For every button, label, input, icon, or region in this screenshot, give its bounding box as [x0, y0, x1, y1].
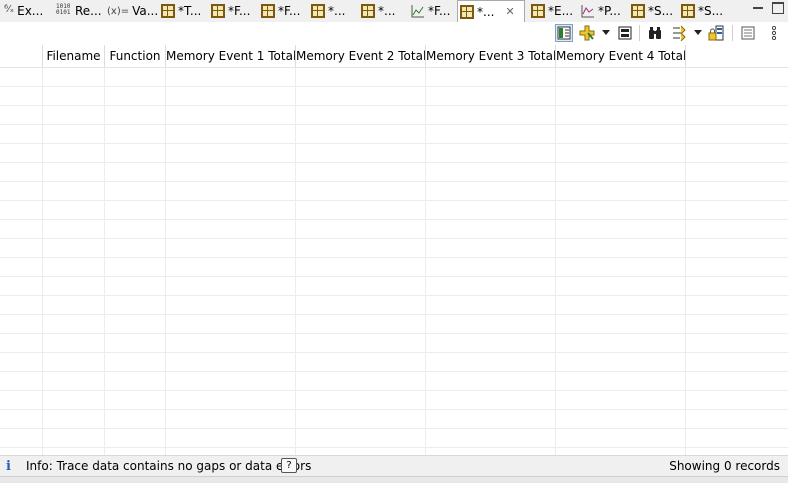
tab-label: *E...	[548, 4, 574, 18]
export-icon[interactable]	[616, 24, 634, 42]
tab-table-12[interactable]: *S...	[631, 1, 673, 21]
registers-icon: 1010 0101	[56, 3, 71, 16]
tab-graph-11[interactable]: *P...	[581, 1, 621, 21]
column-header-row-id[interactable]	[0, 45, 43, 67]
tab-table-4[interactable]: *F...	[211, 1, 250, 21]
tab-label: *P...	[598, 4, 621, 18]
record-count: Showing 0 records	[669, 459, 780, 473]
table-icon	[261, 4, 275, 18]
table-header: Filename Function Memory Event 1 Total M…	[0, 45, 788, 68]
column-header-memory-event-4[interactable]: Memory Event 4 Total	[556, 45, 686, 67]
table-icon	[311, 4, 325, 18]
variables-icon: (x)=	[107, 5, 130, 17]
table-icon	[531, 4, 545, 18]
lock-icon[interactable]	[707, 24, 725, 42]
tab-label: *F...	[428, 4, 451, 18]
table-body-empty[interactable]	[0, 68, 788, 455]
view-menu-icon[interactable]	[765, 24, 783, 42]
column-header-function[interactable]: Function	[105, 45, 166, 67]
details-icon[interactable]	[739, 24, 757, 42]
table-icon	[681, 4, 695, 18]
tab-label: *F...	[228, 4, 251, 18]
status-info-text: Info: Trace data contains no gaps or dat…	[26, 459, 312, 473]
help-button[interactable]: ?	[281, 458, 297, 473]
expressions-icon: ⁶⁄ₓ	[4, 4, 15, 15]
tab-label: Re...	[75, 4, 102, 18]
view-toolbar	[0, 22, 788, 44]
minimize-icon[interactable]	[752, 2, 764, 14]
tab-graph-8[interactable]: *F...	[411, 1, 450, 21]
close-icon[interactable]: ✕	[505, 5, 514, 18]
column-header-memory-event-1[interactable]: Memory Event 1 Total	[166, 45, 296, 67]
info-icon: i	[6, 459, 11, 474]
column-header-filename[interactable]: Filename	[43, 45, 105, 67]
tab-table-7[interactable]: *...	[361, 1, 395, 21]
table-icon	[161, 4, 175, 18]
tab-table-6[interactable]: *...	[311, 1, 345, 21]
tab-label: *T...	[178, 4, 202, 18]
tab-table-10[interactable]: *E...	[531, 1, 573, 21]
tab-label: Ex...	[17, 4, 44, 18]
tab-label: *S...	[648, 4, 674, 18]
tab-variables[interactable]: (x)= Va...	[107, 1, 158, 21]
column-header-memory-event-3[interactable]: Memory Event 3 Total	[426, 45, 556, 67]
tab-registers[interactable]: 1010 0101 Re...	[56, 1, 102, 21]
tab-label: *F...	[278, 4, 301, 18]
tab-label: *...	[378, 4, 396, 18]
table-icon	[361, 4, 375, 18]
tab-label: *...	[328, 4, 346, 18]
chevron-down-icon[interactable]	[694, 30, 702, 35]
show-columns-icon[interactable]	[555, 24, 573, 42]
table-icon	[460, 4, 474, 19]
group-by-icon[interactable]	[670, 24, 688, 42]
tab-table-5[interactable]: *F...	[261, 1, 300, 21]
tab-label: *...	[477, 4, 495, 19]
tab-table-13[interactable]: *S...	[681, 1, 723, 21]
table-icon	[211, 4, 225, 18]
table-icon	[631, 4, 645, 18]
find-icon[interactable]	[646, 24, 664, 42]
chevron-down-icon[interactable]	[602, 30, 610, 35]
editor-tab-strip: ⁶⁄ₓ Ex... 1010 0101 Re... (x)= Va... *T..…	[0, 0, 788, 23]
tab-table-3[interactable]: *T...	[161, 1, 201, 21]
maximize-icon[interactable]	[772, 2, 784, 14]
graph-icon	[581, 4, 595, 18]
add-filter-icon[interactable]	[578, 24, 596, 42]
status-bar: i Info: Trace data contains no gaps or d…	[0, 455, 788, 476]
tab-active-table[interactable]: *... ✕	[457, 0, 525, 22]
tab-label: Va...	[132, 4, 159, 18]
tab-label: *S...	[698, 4, 724, 18]
column-header-memory-event-2[interactable]: Memory Event 2 Total	[296, 45, 426, 67]
trace-data-table: Filename Function Memory Event 1 Total M…	[0, 45, 788, 455]
tab-expressions[interactable]: ⁶⁄ₓ Ex...	[4, 1, 43, 21]
graph-icon	[411, 4, 425, 18]
